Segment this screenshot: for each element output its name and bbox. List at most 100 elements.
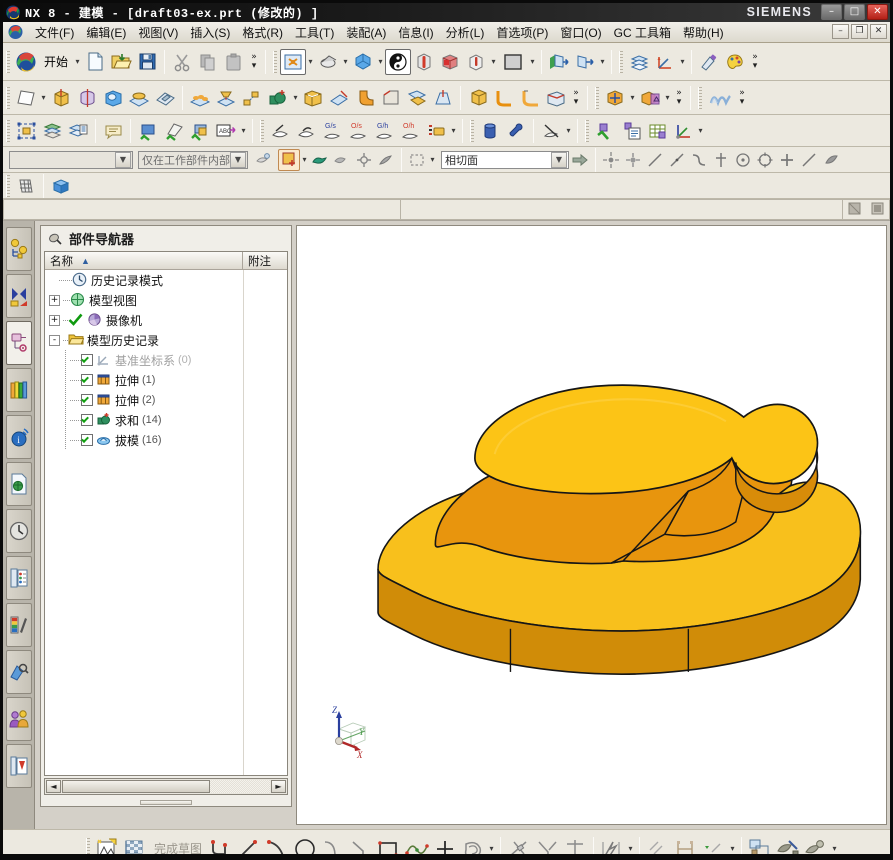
hole-icon[interactable] — [100, 85, 126, 111]
face-blend-icon[interactable] — [404, 85, 430, 111]
intersection-icon[interactable] — [710, 149, 732, 171]
expression-dropdown-icon[interactable]: ▾ — [449, 118, 458, 144]
endpoint-icon[interactable] — [644, 149, 666, 171]
finish-sketch-button[interactable]: 完成草图 — [149, 835, 207, 854]
new-file-icon[interactable] — [82, 49, 108, 75]
select-component-icon[interactable] — [353, 149, 375, 171]
panel-resize-grip[interactable] — [41, 798, 291, 806]
start-menu-button[interactable]: 开始 — [39, 49, 73, 75]
mirror-feature-icon[interactable] — [637, 85, 663, 111]
tree-expander-icon[interactable]: + — [49, 294, 60, 306]
boolean-dropdown-icon[interactable]: ▾ — [291, 85, 300, 111]
tree-row-draft-16[interactable]: 拔模 (16) — [45, 430, 287, 450]
chevron-down-icon[interactable]: ▼ — [230, 151, 246, 168]
tree-row-unite-14[interactable]: 求和 (14) — [45, 410, 287, 430]
thread-icon[interactable] — [465, 85, 491, 111]
menu-preferences[interactable]: 首选项(P) — [490, 22, 554, 43]
rectangle-icon[interactable] — [375, 835, 403, 854]
select-filter-dropdown-icon[interactable]: ▾ — [300, 147, 309, 173]
control-point-icon[interactable] — [688, 149, 710, 171]
scrollbar-track[interactable] — [210, 780, 270, 793]
select-general-icon[interactable] — [252, 149, 274, 171]
start-dropdown-icon[interactable]: ▾ — [73, 49, 82, 75]
tangent-point-icon[interactable] — [798, 149, 820, 171]
sketch-icon[interactable] — [13, 85, 39, 111]
wcs-dynamics-icon[interactable] — [652, 49, 678, 75]
roles-icon[interactable] — [5, 697, 32, 741]
constraints-icon[interactable] — [598, 835, 626, 854]
expression-icon[interactable] — [423, 118, 449, 144]
shaded-with-edges-icon[interactable] — [385, 48, 412, 75]
toolbar-grip[interactable] — [273, 50, 278, 73]
os-icon[interactable]: O/s — [345, 118, 371, 144]
tree-row-extrude-2[interactable]: 拉伸 (2) — [45, 390, 287, 410]
arc-icon[interactable] — [263, 835, 291, 854]
scroll-left-arrow-icon[interactable]: ◄ — [46, 780, 61, 793]
select-edge-icon[interactable] — [375, 149, 397, 171]
grid-view-icon[interactable] — [13, 173, 39, 199]
gs-icon[interactable]: G/s — [319, 118, 345, 144]
fit-view-icon[interactable] — [280, 48, 307, 75]
mdi-minimize-button[interactable]: – — [832, 24, 849, 39]
fillet-icon[interactable] — [319, 835, 347, 854]
point-on-curve-icon[interactable] — [622, 149, 644, 171]
part-navigator-icon[interactable] — [5, 321, 32, 365]
tree-collapse-icon[interactable]: - — [49, 334, 60, 346]
wcs-dropdown-icon[interactable]: ▾ — [678, 49, 687, 75]
shell-icon[interactable] — [300, 85, 326, 111]
toolbar-grip[interactable] — [6, 50, 10, 73]
trim-body-icon[interactable] — [326, 85, 352, 111]
isometric-view-icon[interactable] — [48, 173, 74, 199]
pin-icon[interactable] — [503, 118, 529, 144]
dimension-dropdown-icon[interactable]: ▾ — [728, 836, 737, 855]
feature-suppress-checkbox[interactable] — [81, 354, 93, 366]
circle-icon[interactable] — [291, 835, 319, 854]
existing-point-icon[interactable] — [776, 149, 798, 171]
quick-extend-icon[interactable] — [533, 835, 561, 854]
pocket-icon[interactable] — [152, 85, 178, 111]
datum-csys-check-icon[interactable] — [187, 118, 213, 144]
history-icon[interactable] — [5, 509, 32, 553]
toolbar-overflow-icon[interactable]: » ▾ — [247, 49, 261, 75]
true-shading-icon[interactable] — [411, 49, 437, 75]
visual-icon[interactable] — [722, 49, 748, 75]
chamfer-icon[interactable] — [378, 85, 404, 111]
requirement-icon[interactable] — [618, 118, 644, 144]
clip-plane-icon[interactable] — [546, 49, 572, 75]
feature-suppress-checkbox[interactable] — [81, 394, 93, 406]
constraint-display-icon[interactable] — [700, 835, 728, 855]
toolbar-grip[interactable] — [619, 50, 624, 73]
finish-sketch-icon[interactable] — [121, 835, 149, 854]
tree-row-history-mode[interactable]: 历史记录模式 — [45, 270, 287, 290]
sketch-dropdown-icon[interactable]: ▾ — [39, 85, 48, 111]
material-icon[interactable] — [696, 49, 722, 75]
toolbar-grip[interactable] — [6, 119, 10, 142]
csys-icon[interactable] — [670, 118, 696, 144]
toolbar-overflow-icon[interactable]: » ▾ — [569, 85, 583, 111]
move-object-icon[interactable] — [602, 85, 628, 111]
make-corner-icon[interactable] — [561, 835, 589, 854]
measure-dropdown-icon[interactable]: ▾ — [564, 118, 573, 144]
zoom-dropdown-icon[interactable]: ▾ — [341, 49, 350, 75]
spreadsheet-icon[interactable] — [644, 118, 670, 144]
graphics-viewport[interactable]: Z Y X — [296, 225, 887, 825]
boss-icon[interactable] — [126, 85, 152, 111]
draft-icon[interactable] — [430, 85, 456, 111]
edit-defining-section-icon[interactable] — [746, 835, 774, 854]
constraints-dropdown-icon[interactable]: ▾ — [626, 836, 635, 855]
layer-settings-icon[interactable] — [626, 49, 652, 75]
feature-suppress-checkbox[interactable] — [81, 414, 93, 426]
menu-window[interactable]: 窗口(O) — [554, 22, 607, 43]
measure-icon[interactable] — [538, 118, 564, 144]
pad-icon[interactable] — [187, 85, 213, 111]
datum-axis-check-icon[interactable] — [161, 118, 187, 144]
open-file-icon[interactable] — [108, 49, 134, 75]
reattach-icon[interactable] — [774, 835, 802, 854]
orient-view-icon[interactable] — [802, 835, 830, 855]
chamfer-icon[interactable] — [347, 835, 375, 854]
annotation-icon[interactable]: ABC — [213, 118, 239, 144]
extrude-icon[interactable] — [48, 85, 74, 111]
copy-icon[interactable] — [195, 49, 221, 75]
rect-select-dropdown-icon[interactable]: ▾ — [428, 147, 437, 173]
offset-face-icon[interactable] — [491, 85, 517, 111]
